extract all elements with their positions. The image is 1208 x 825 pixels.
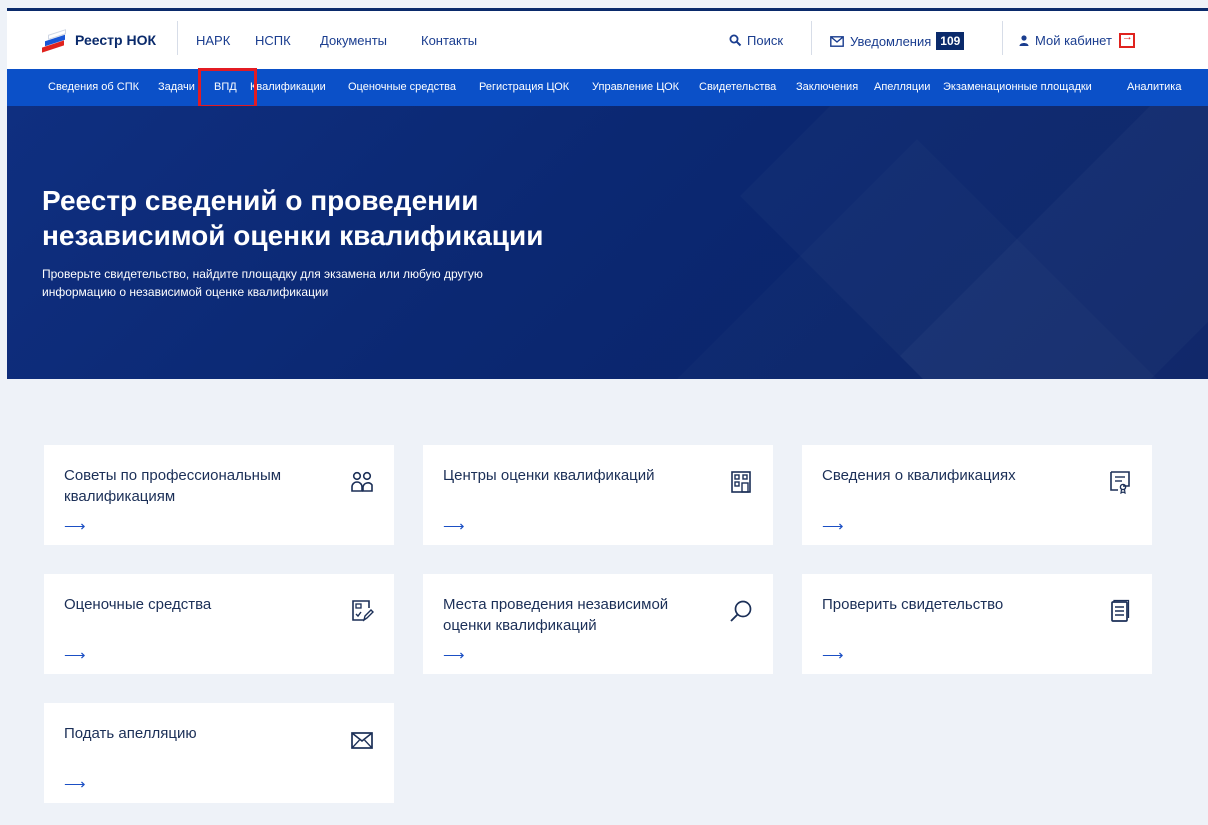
card-cok[interactable]: Центры оценки квалификаций ⟶ xyxy=(423,445,773,545)
card-check-certificate[interactable]: Проверить свидетельство ⟶ xyxy=(802,574,1152,674)
hero-banner: Реестр сведений о проведении независимой… xyxy=(7,106,1208,379)
highlight-box xyxy=(198,68,257,108)
building-icon xyxy=(729,470,753,494)
nav-link-contacts[interactable]: Контакты xyxy=(421,33,477,48)
hero-title-line: Реестр сведений о проведении xyxy=(42,185,479,216)
cabinet-button[interactable]: Мой кабинет xyxy=(1019,31,1135,48)
arrow-right-icon[interactable]: ⟶ xyxy=(64,775,86,793)
subnav-item-analytics[interactable]: Аналитика xyxy=(1127,81,1181,93)
subnav-item-manage-cok[interactable]: Управление ЦОК xyxy=(592,81,679,93)
card-title: Проверить свидетельство xyxy=(822,596,1004,613)
arrow-right-icon[interactable]: ⟶ xyxy=(443,517,465,535)
hero-title-line: независимой оценки квалификации xyxy=(42,220,544,251)
cabinet-label: Мой кабинет xyxy=(1035,33,1112,48)
hero-subtitle-line: Проверьте свидетельство, найдите площадк… xyxy=(42,267,483,281)
card-appeal[interactable]: Подать апелляцию ⟶ xyxy=(44,703,394,803)
card-title: Сведения о квалификациях xyxy=(822,467,1016,484)
flag-logo-icon xyxy=(42,29,68,53)
document-icon xyxy=(1108,599,1132,623)
subnav-item-conclusions[interactable]: Заключения xyxy=(796,81,858,93)
notifications-badge: 109 xyxy=(936,32,965,50)
search-icon xyxy=(729,34,742,47)
arrow-right-icon[interactable]: ⟶ xyxy=(443,646,465,664)
card-title: Места проведения независимой оценки квал… xyxy=(443,596,669,634)
site-header: Реестр НОК НАРК НСПК Документы Контакты … xyxy=(7,11,1208,69)
arrow-right-icon[interactable]: ⟶ xyxy=(64,646,86,664)
nav-link-documents[interactable]: Документы xyxy=(320,33,387,48)
card-spk[interactable]: Советы по профессиональным квалификациям… xyxy=(44,445,394,545)
arrow-right-icon[interactable]: ⟶ xyxy=(64,517,86,535)
section-nav: Сведения об СПК Задачи ВПД Квалификации … xyxy=(7,69,1208,106)
notifications-label: Уведомления xyxy=(850,33,932,49)
people-icon xyxy=(350,470,374,494)
subnav-item-appeals[interactable]: Апелляции xyxy=(874,81,930,93)
logo[interactable]: Реестр НОК xyxy=(42,29,157,53)
subnav-item-tasks[interactable]: Задачи xyxy=(158,81,195,93)
hero-title: Реестр сведений о проведении независимой… xyxy=(42,183,742,253)
header-divider xyxy=(811,21,812,55)
exit-icon[interactable] xyxy=(1118,31,1135,48)
subnav-item-certificates[interactable]: Свидетельства xyxy=(699,81,776,93)
header-divider xyxy=(1002,21,1003,55)
card-exam-sites[interactable]: Места проведения независимой оценки квал… xyxy=(423,574,773,674)
nav-link-nspk[interactable]: НСПК xyxy=(255,33,291,48)
arrow-right-icon[interactable]: ⟶ xyxy=(822,646,844,664)
user-icon xyxy=(1019,35,1029,46)
hero-subtitle: Проверьте свидетельство, найдите площадк… xyxy=(42,265,602,301)
card-title: Подать апелляцию xyxy=(64,725,197,742)
subnav-item-assessment-tools[interactable]: Оценочные средства xyxy=(348,81,456,93)
notifications-button[interactable]: Уведомления 109 xyxy=(830,32,965,50)
hero-subtitle-line: информацию о независимой оценке квалифик… xyxy=(42,285,329,299)
envelope-icon xyxy=(830,35,844,47)
subnav-item-register-cok[interactable]: Регистрация ЦОК xyxy=(479,81,569,93)
header-divider xyxy=(177,21,178,55)
card-qualifications[interactable]: Сведения о квалификациях ⟶ xyxy=(802,445,1152,545)
card-title: Советы по профессиональным квалификациям xyxy=(64,467,282,505)
card-title: Центры оценки квалификаций xyxy=(443,467,655,484)
subnav-item-qualifications[interactable]: Квалификации xyxy=(250,81,326,93)
logo-text: Реестр НОК xyxy=(75,32,157,48)
subnav-item-exam-sites[interactable]: Экзаменационные площадки xyxy=(943,81,1092,93)
envelope-icon xyxy=(350,728,374,752)
subnav-item-spk[interactable]: Сведения об СПК xyxy=(48,81,139,93)
document-edit-icon xyxy=(350,599,374,623)
card-assessment-tools[interactable]: Оценочные средства ⟶ xyxy=(44,574,394,674)
nav-link-nark[interactable]: НАРК xyxy=(196,33,230,48)
search-label: Поиск xyxy=(747,33,784,48)
certificate-icon xyxy=(1108,470,1132,494)
search-icon xyxy=(729,599,753,623)
search-button[interactable]: Поиск xyxy=(729,33,783,48)
card-title: Оценочные средства xyxy=(64,596,212,613)
arrow-right-icon[interactable]: ⟶ xyxy=(822,517,844,535)
